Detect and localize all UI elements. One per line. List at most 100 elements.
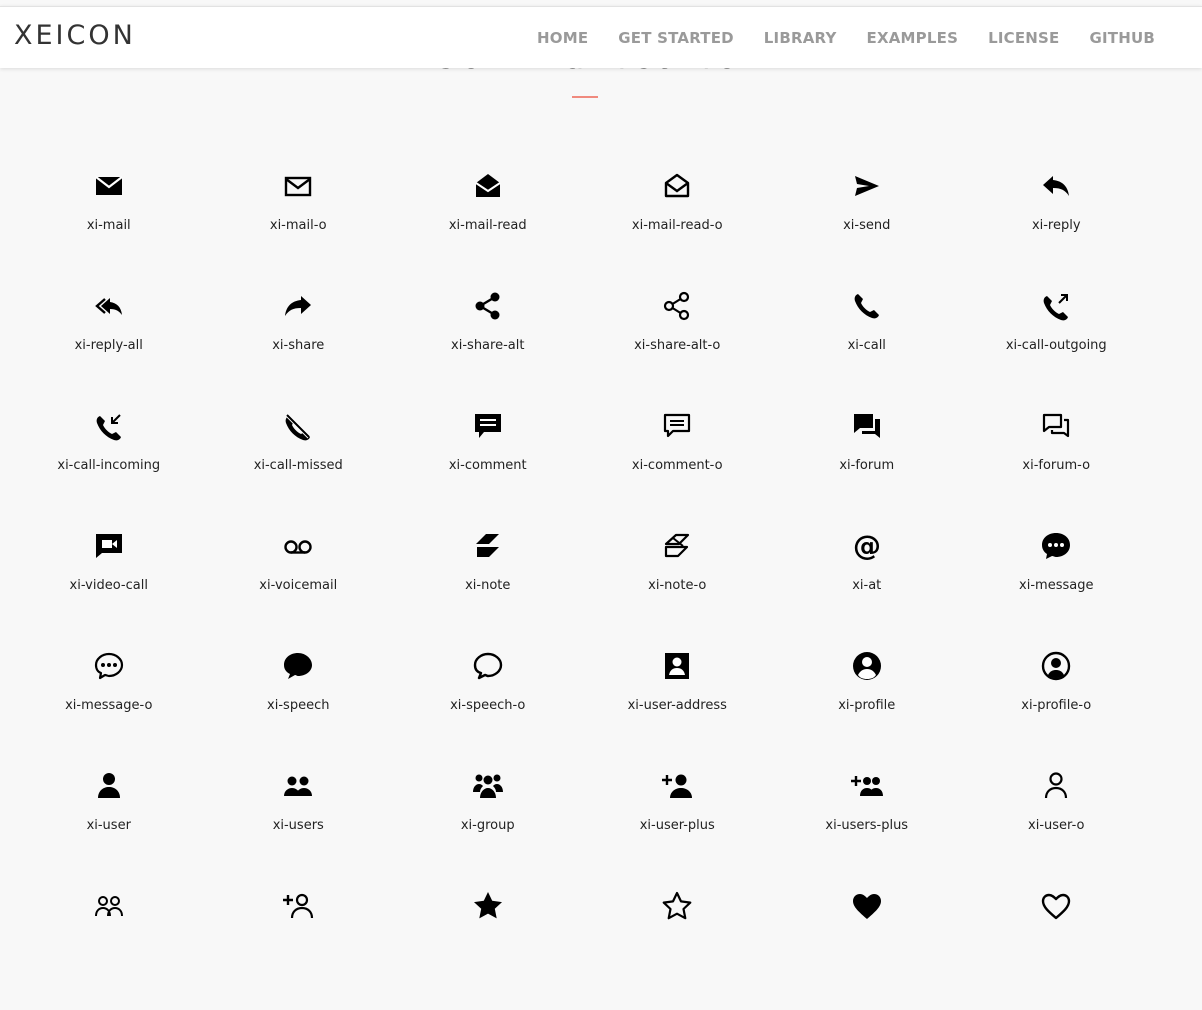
icon-cell[interactable] xyxy=(393,890,583,1010)
icon-cell[interactable]: xi-user xyxy=(14,770,204,890)
icon-label: xi-share-alt-o xyxy=(634,338,721,353)
icon-cell[interactable]: xi-call-incoming xyxy=(14,410,204,530)
comment-icon xyxy=(474,414,501,438)
icon-cell[interactable] xyxy=(14,890,204,1010)
icon-cell[interactable]: xi-reply-all xyxy=(14,290,204,410)
users-plus-icon xyxy=(850,776,883,796)
icon-cell[interactable]: xi-message xyxy=(962,530,1152,650)
icon-cell[interactable]: xi-video-call xyxy=(14,530,204,650)
profile-icon xyxy=(852,652,881,680)
icon-cell[interactable]: xi-comment xyxy=(393,410,583,530)
reply-icon xyxy=(1043,176,1070,196)
brand-logo[interactable]: XEICON xyxy=(14,20,136,51)
share-alt-outline-icon xyxy=(664,291,690,321)
icon-label: xi-call-missed xyxy=(253,458,343,473)
icon-label: xi-call xyxy=(847,338,886,353)
icon-cell[interactable]: xi-voicemail xyxy=(204,530,394,650)
icon-label: xi-send xyxy=(843,218,891,233)
user-plus-icon xyxy=(662,774,693,798)
navbar: XEICON HOME GET STARTED LIBRARY EXAMPLES… xyxy=(0,6,1202,68)
nav-links: HOME GET STARTED LIBRARY EXAMPLES LICENS… xyxy=(537,29,1155,47)
icon-label: xi-share-alt xyxy=(451,338,525,353)
share-icon xyxy=(285,296,312,316)
icon-cell[interactable] xyxy=(583,890,773,1010)
icon-cell[interactable]: xi-user-plus xyxy=(583,770,773,890)
icon-cell[interactable]: xi-call-outgoing xyxy=(962,290,1152,410)
icon-cell[interactable] xyxy=(962,890,1152,1010)
icon-label: xi-speech-o xyxy=(450,698,526,713)
star-outline-icon xyxy=(662,891,692,920)
icon-label: xi-users xyxy=(272,818,324,833)
icon-label: xi-comment xyxy=(448,458,527,473)
call-missed-icon xyxy=(285,413,311,441)
send-icon xyxy=(854,176,879,196)
icon-label: xi-speech xyxy=(267,698,330,713)
title-divider xyxy=(572,96,598,98)
icon-cell[interactable]: xi-note xyxy=(393,530,583,650)
icon-cell[interactable]: xi-share xyxy=(204,290,394,410)
icon-cell[interactable]: xi-users-plus xyxy=(772,770,962,890)
icon-cell[interactable]: xi-mail xyxy=(14,170,204,290)
icon-cell[interactable] xyxy=(204,890,394,1010)
nav-github[interactable]: GITHUB xyxy=(1090,29,1156,47)
heart-icon xyxy=(852,894,881,919)
mail-read-icon xyxy=(475,174,501,197)
icon-cell[interactable]: xi-share-alt-o xyxy=(583,290,773,410)
icon-label: xi-share xyxy=(272,338,325,353)
icon-cell[interactable]: xi-user-address xyxy=(583,650,773,770)
icon-cell[interactable]: xi-reply xyxy=(962,170,1152,290)
at-icon: @ xyxy=(853,530,881,562)
icon-cell[interactable]: xi-call xyxy=(772,290,962,410)
icon-cell[interactable]: xi-user-o xyxy=(962,770,1152,890)
star-icon xyxy=(473,892,502,919)
icon-label: xi-reply xyxy=(1031,218,1081,233)
icon-cell[interactable]: @ xi-at xyxy=(772,530,962,650)
icon-cell[interactable]: xi-group xyxy=(393,770,583,890)
icon-label: xi-call-outgoing xyxy=(1005,338,1107,353)
icon-label: xi-mail-read-o xyxy=(631,218,723,233)
icon-cell[interactable]: xi-speech-o xyxy=(393,650,583,770)
message-outline-icon xyxy=(94,652,123,680)
comment-outline-icon xyxy=(664,413,691,438)
icon-cell[interactable]: xi-users xyxy=(204,770,394,890)
icon-cell[interactable] xyxy=(772,890,962,1010)
icon-cell[interactable]: xi-call-missed xyxy=(204,410,394,530)
user-icon xyxy=(97,773,120,798)
speech-outline-icon xyxy=(473,652,502,680)
icon-label: xi-message-o xyxy=(65,698,153,713)
forum-outline-icon xyxy=(1043,413,1070,438)
users-icon xyxy=(284,776,313,796)
icon-cell[interactable]: xi-mail-read xyxy=(393,170,583,290)
icon-label: xi-user-plus xyxy=(639,818,715,833)
icon-cell[interactable]: xi-profile-o xyxy=(962,650,1152,770)
note-outline-icon xyxy=(665,533,690,558)
icon-cell[interactable]: xi-forum-o xyxy=(962,410,1152,530)
mail-outline-icon xyxy=(285,176,312,197)
nav-examples[interactable]: EXAMPLES xyxy=(867,29,959,47)
svg-text:@: @ xyxy=(853,530,881,562)
nav-license[interactable]: LICENSE xyxy=(988,29,1059,47)
icon-cell[interactable]: xi-mail-o xyxy=(204,170,394,290)
icon-label: xi-forum xyxy=(839,458,895,473)
icon-cell[interactable]: xi-note-o xyxy=(583,530,773,650)
mail-read-outline-icon xyxy=(665,173,690,198)
icon-cell[interactable]: xi-comment-o xyxy=(583,410,773,530)
users-outline-icon xyxy=(94,896,123,917)
nav-home[interactable]: HOME xyxy=(537,29,588,47)
icon-cell[interactable]: xi-mail-read-o xyxy=(583,170,773,290)
icon-cell[interactable]: xi-message-o xyxy=(14,650,204,770)
icon-cell[interactable]: xi-share-alt xyxy=(393,290,583,410)
icon-label: xi-note xyxy=(465,578,511,593)
reply-all-icon xyxy=(94,298,122,315)
icon-cell[interactable]: xi-profile xyxy=(772,650,962,770)
icon-label: xi-note-o xyxy=(648,578,707,593)
nav-library[interactable]: LIBRARY xyxy=(764,29,837,47)
nav-get-started[interactable]: GET STARTED xyxy=(618,29,734,47)
icon-cell[interactable]: xi-send xyxy=(772,170,962,290)
group-icon xyxy=(472,774,503,798)
icon-cell[interactable]: xi-speech xyxy=(204,650,394,770)
heart-outline-icon xyxy=(1042,893,1071,920)
icon-cell[interactable]: xi-forum xyxy=(772,410,962,530)
icon-label: xi-mail-o xyxy=(269,218,327,233)
profile-outline-icon xyxy=(1042,651,1071,681)
